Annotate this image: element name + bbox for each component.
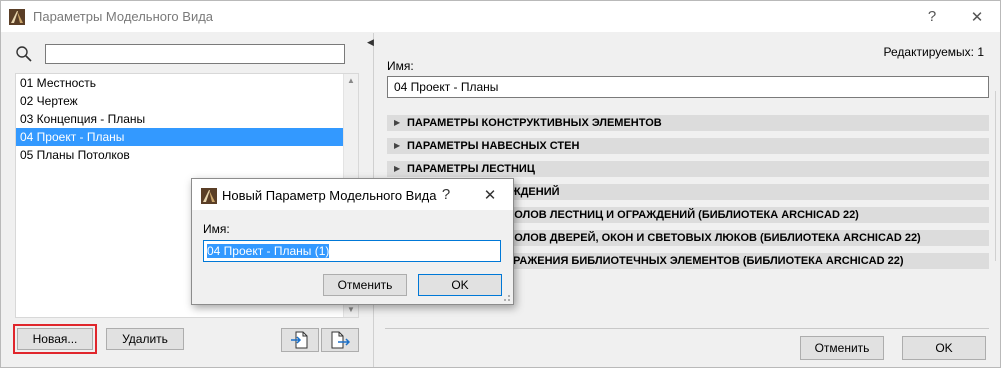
- list-item[interactable]: 02 Чертеж: [16, 92, 358, 110]
- section-label: ПАРАМЕТРЫ ЛЕСТНИЦ: [407, 163, 535, 175]
- search-icon: [16, 46, 32, 62]
- dialog-ok-button[interactable]: OK: [418, 274, 502, 296]
- list-item[interactable]: 03 Концепция - Планы: [16, 110, 358, 128]
- import-button[interactable]: [281, 328, 319, 352]
- archicad-app-icon: [201, 188, 217, 204]
- list-item[interactable]: 01 Местность: [16, 74, 358, 92]
- window-title: Параметры Модельного Вида: [33, 9, 214, 24]
- expand-triangle-icon[interactable]: ▶: [394, 161, 400, 177]
- list-item[interactable]: 05 Планы Потолков: [16, 146, 358, 164]
- export-button[interactable]: [321, 328, 359, 352]
- scroll-down-arrow-icon[interactable]: ▼: [346, 305, 356, 315]
- search-input[interactable]: [45, 44, 345, 64]
- dialog-titlebar: Новый Параметр Модельного Вида ? ✕: [192, 179, 513, 210]
- close-button[interactable]: ✕: [954, 1, 1000, 32]
- dialog-name-field[interactable]: 04 Проект - Планы (1): [203, 240, 501, 262]
- expand-triangle-icon[interactable]: ▶: [394, 115, 400, 131]
- scroll-up-arrow-icon[interactable]: ▲: [346, 76, 356, 86]
- settings-section-row[interactable]: ▶ ПАРАМЕТРЫ КОНСТРУКТИВНЫХ ЭЛЕМЕНТОВ: [387, 115, 989, 131]
- settings-section-row[interactable]: ▶ ПАРАМЕТРЫ НАВЕСНЫХ СТЕН: [387, 138, 989, 154]
- expand-triangle-icon[interactable]: ▶: [394, 138, 400, 154]
- dialog-close-button[interactable]: ✕: [470, 179, 510, 210]
- edit-count-label: Редактируемых: 1: [883, 45, 984, 59]
- delete-button[interactable]: Удалить: [106, 328, 184, 350]
- dialog-cancel-button[interactable]: Отменить: [323, 274, 407, 296]
- import-icon: [291, 331, 308, 349]
- name-label: Имя:: [387, 59, 414, 73]
- dialog-name-label: Имя:: [203, 222, 230, 236]
- name-field[interactable]: 04 Проект - Планы: [387, 76, 989, 98]
- settings-section-row[interactable]: ▶ ПАРАМЕТРЫ ЛЕСТНИЦ: [387, 161, 989, 177]
- right-divider: [385, 328, 989, 329]
- list-item[interactable]: 04 Проект - Планы: [16, 128, 358, 146]
- help-button[interactable]: ?: [909, 1, 955, 32]
- collapse-panel-arrow-icon[interactable]: ◀: [367, 37, 374, 48]
- dialog-name-value: 04 Проект - Планы (1): [207, 244, 330, 258]
- section-label: ПАРАМЕТРЫ КОНСТРУКТИВНЫХ ЭЛЕМЕНТОВ: [407, 117, 662, 129]
- export-icon: [331, 331, 350, 349]
- dialog-help-button[interactable]: ?: [426, 179, 466, 210]
- right-scrollbar[interactable]: [995, 91, 996, 261]
- cancel-button[interactable]: Отменить: [800, 336, 884, 360]
- window-titlebar: Параметры Модельного Вида ? ✕: [1, 1, 1000, 32]
- archicad-app-icon: [9, 9, 25, 25]
- new-view-option-dialog: Новый Параметр Модельного Вида ? ✕ Имя: …: [191, 178, 514, 305]
- section-label: ПАРАМЕТРЫ НАВЕСНЫХ СТЕН: [407, 140, 580, 152]
- ok-button[interactable]: OK: [902, 336, 986, 360]
- resize-grip-icon[interactable]: [501, 292, 511, 302]
- dialog-title: Новый Параметр Модельного Вида: [222, 188, 437, 203]
- new-button[interactable]: Новая...: [17, 328, 93, 350]
